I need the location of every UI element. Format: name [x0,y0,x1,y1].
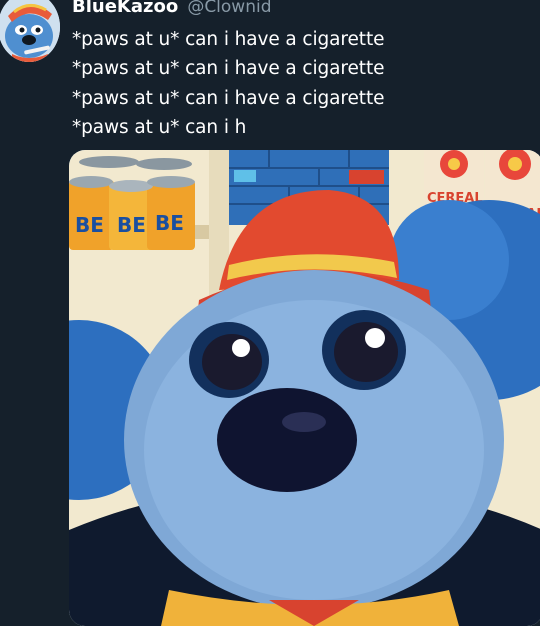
user-handle[interactable]: @Clownid [187,0,271,17]
tweet-header: BlueKazoo @Clownid [72,0,272,17]
tweet-text: *paws at u* can i have a cigarette *paws… [72,25,385,142]
can-label: BE [155,211,184,235]
can-label: BE [117,213,146,237]
tweet-text-line: *paws at u* can i h [72,116,247,138]
tweet-text-line: *paws at u* can i have a cigarette [72,29,385,50]
avatar[interactable] [0,0,60,62]
can-label: BE [75,213,104,237]
tweet-media-image[interactable]: BE BE BE CEREAL CEREAL [69,150,540,626]
clown-dog-avatar-icon [0,0,60,62]
clown-dog-looking-up-illustration: BE BE BE CEREAL CEREAL [69,150,540,626]
tweet-text-line: *paws at u* can i have a cigarette [72,58,385,80]
tweet[interactable]: BlueKazoo @Clownid *paws at u* can i hav… [0,0,540,626]
tweet-text-line: *paws at u* can i have a cigarette [72,87,385,109]
display-name[interactable]: BlueKazoo [72,0,178,17]
